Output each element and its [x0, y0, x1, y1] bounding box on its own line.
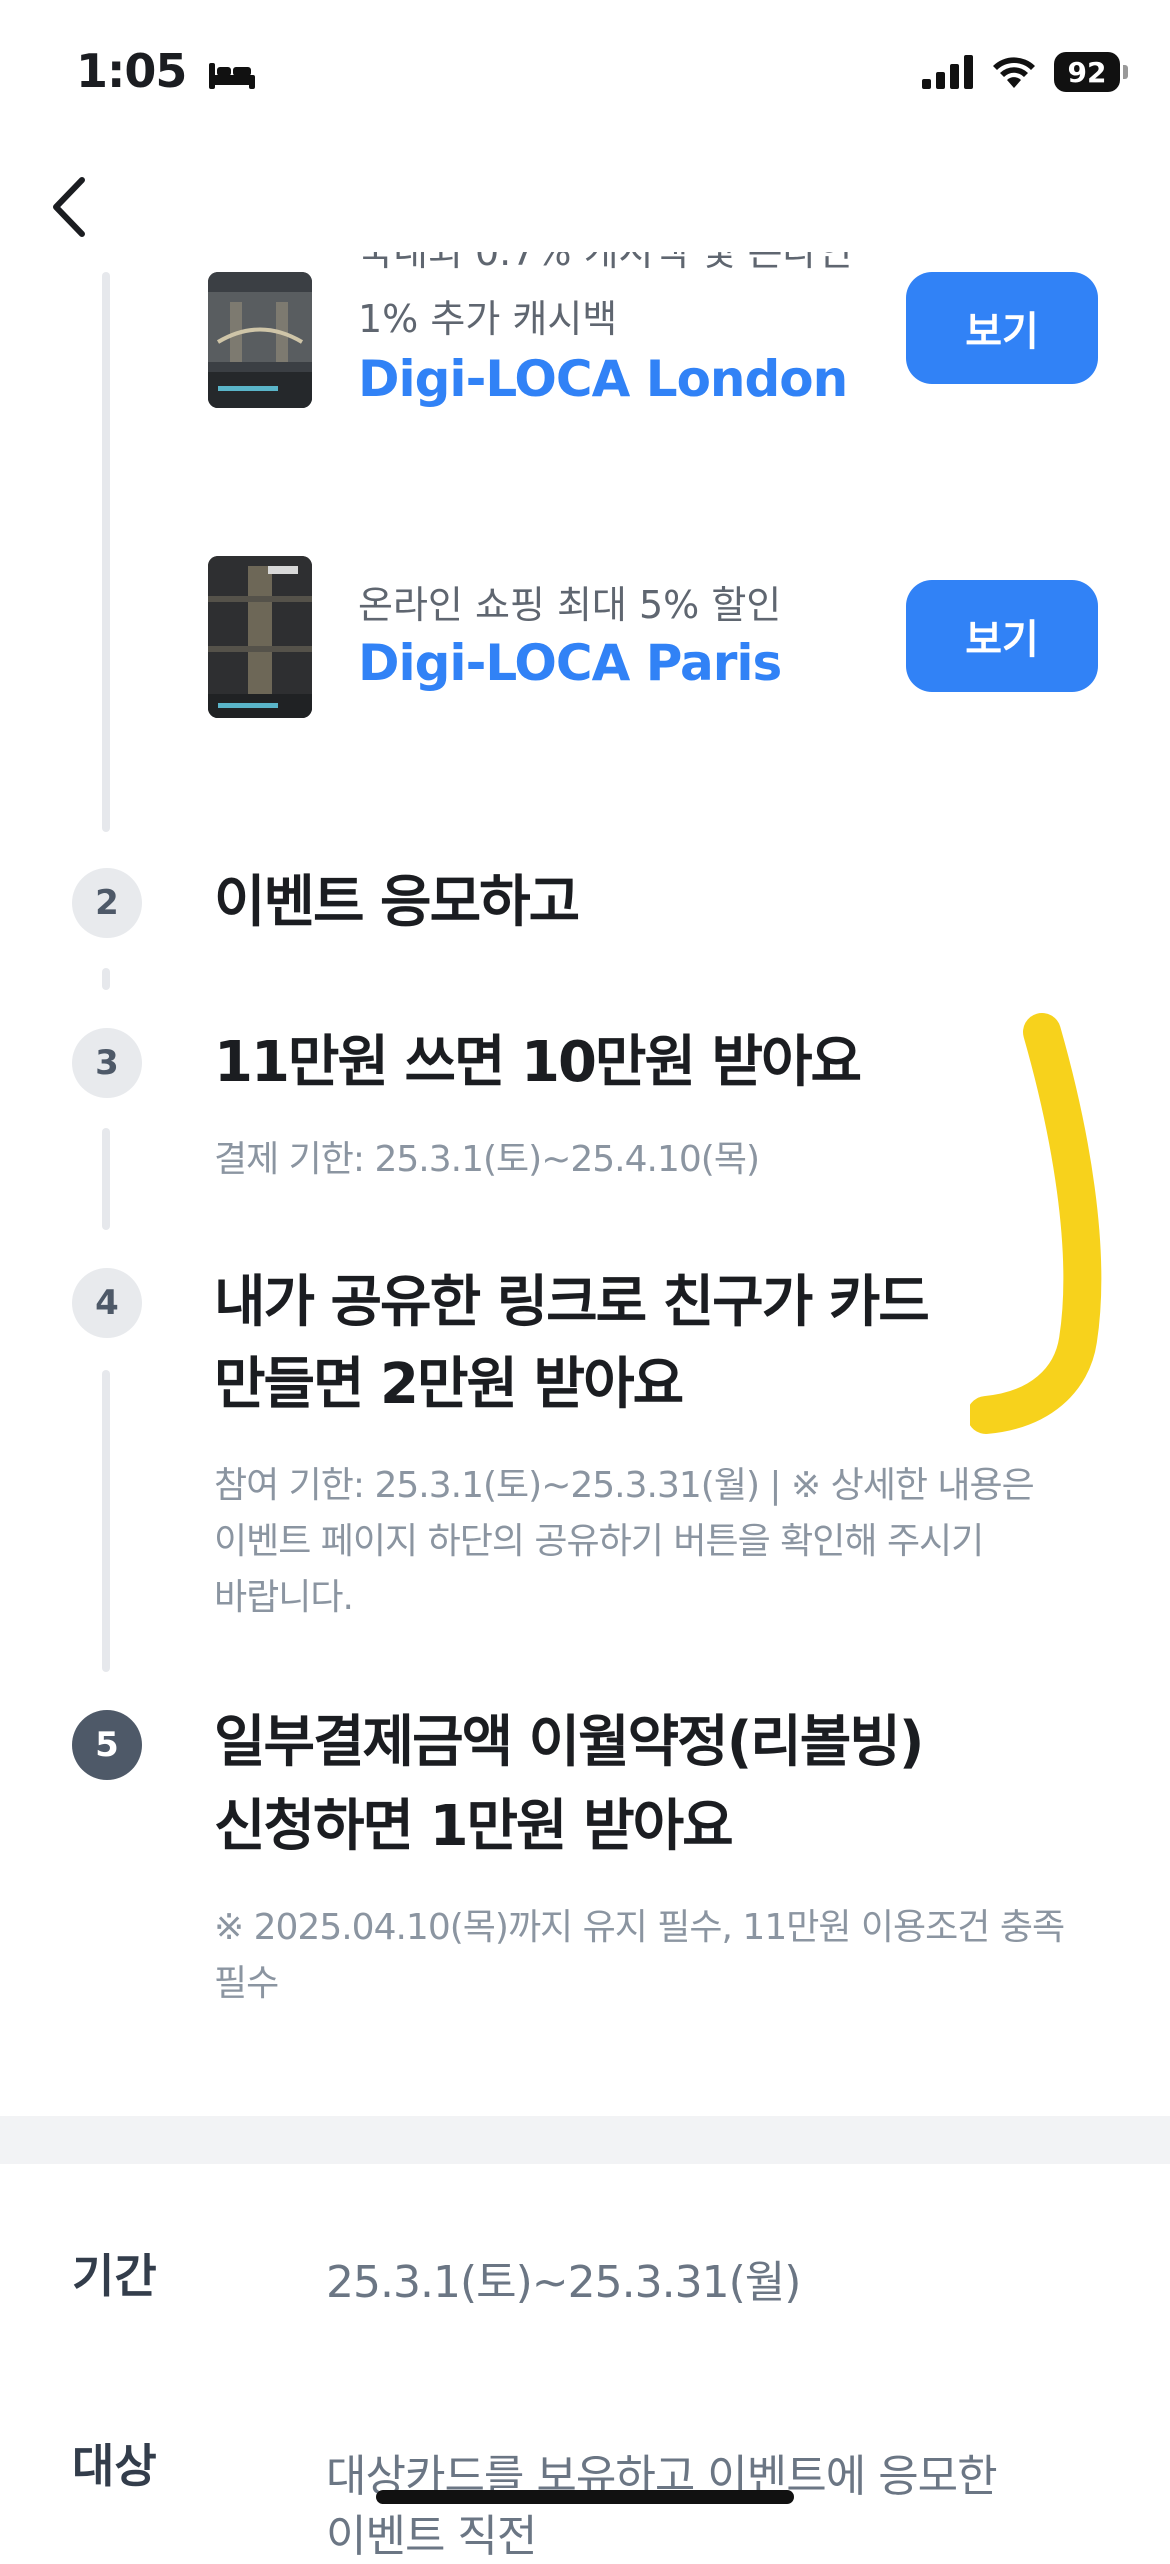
period-value: 25.3.1(토)~25.3.31(월): [326, 2257, 801, 2308]
card-thumbnail-london: [208, 272, 312, 408]
home-indicator[interactable]: [376, 2490, 794, 2504]
step-desc-3: 결제 기한: 25.3.1(토)~25.4.10(목): [214, 1139, 760, 1180]
step-desc-4-line2: 이벤트 페이지 하단의 공유하기 버튼을 확인해 주시기: [214, 1521, 984, 1562]
step-number-3: 3: [72, 1028, 142, 1098]
target-value-line2: 이벤트 직전: [326, 2511, 537, 2562]
battery-level: 92: [1067, 55, 1107, 89]
section-divider: [0, 2116, 1170, 2164]
step-number-4: 4: [72, 1268, 142, 1338]
card-name-london[interactable]: Digi-LOCA London: [358, 350, 848, 408]
step-title-4-line2: 만들면 2만원 받아요: [214, 1352, 684, 1417]
card-subtitle-partial-text: 국내외 0.7% 캐시백 및 온라인: [358, 252, 853, 274]
status-time: 1:05: [76, 44, 257, 98]
card-thumbnail-paris: [208, 556, 312, 718]
card-subtitle-london: 1% 추가 캐시백: [358, 297, 618, 341]
timeline-line: [102, 968, 110, 990]
timeline-line: [102, 1128, 110, 1230]
highlighter-stroke: [970, 1013, 1102, 1434]
battery-icon: 92: [1054, 52, 1128, 92]
card-name-paris[interactable]: Digi-LOCA Paris: [358, 634, 782, 692]
status-indicators: 92: [922, 52, 1128, 92]
step-number-5: 5: [72, 1710, 142, 1780]
view-button-paris[interactable]: 보기: [906, 580, 1098, 692]
step-desc-5-line1: ※ 2025.04.10(목)까지 유지 필수, 11만원 이용조건 충족: [214, 1907, 1065, 1948]
card-row-london: [208, 272, 312, 408]
timeline-line: [102, 1370, 110, 1672]
timeline-line: [102, 272, 110, 832]
step-title-4-line1: 내가 공유한 링크로 친구가 카드: [214, 1270, 930, 1335]
clock-text: 1:05: [76, 44, 187, 98]
period-label: 기간: [72, 2249, 157, 2303]
target-label: 대상: [72, 2439, 157, 2493]
step-title-3: 11만원 쓰면 10만원 받아요: [214, 1030, 862, 1095]
view-button-london[interactable]: 보기: [906, 272, 1098, 384]
bed-icon: [209, 62, 256, 89]
wifi-icon: [993, 57, 1035, 88]
card-subtitle-partial: 국내외 0.7% 캐시백 및 온라인: [358, 252, 852, 282]
step-title-5-line1: 일부결제금액 이월약정(리볼빙): [214, 1710, 924, 1775]
back-arrow-icon[interactable]: [44, 172, 100, 242]
step-desc-4-line3: 바랍니다.: [214, 1577, 354, 1618]
step-title-5-line2: 신청하면 1만원 받아요: [214, 1794, 734, 1859]
step-desc-5-line2: 필수: [214, 1963, 279, 2004]
step-number-2: 2: [72, 868, 142, 938]
step-desc-4-line1: 참여 기한: 25.3.1(토)~25.3.31(월) | ※ 상세한 내용은: [214, 1465, 1035, 1506]
cellular-signal-icon: [922, 55, 973, 89]
card-subtitle-paris: 온라인 쇼핑 최대 5% 할인: [358, 583, 782, 627]
step-title-2: 이벤트 응모하고: [214, 870, 580, 935]
